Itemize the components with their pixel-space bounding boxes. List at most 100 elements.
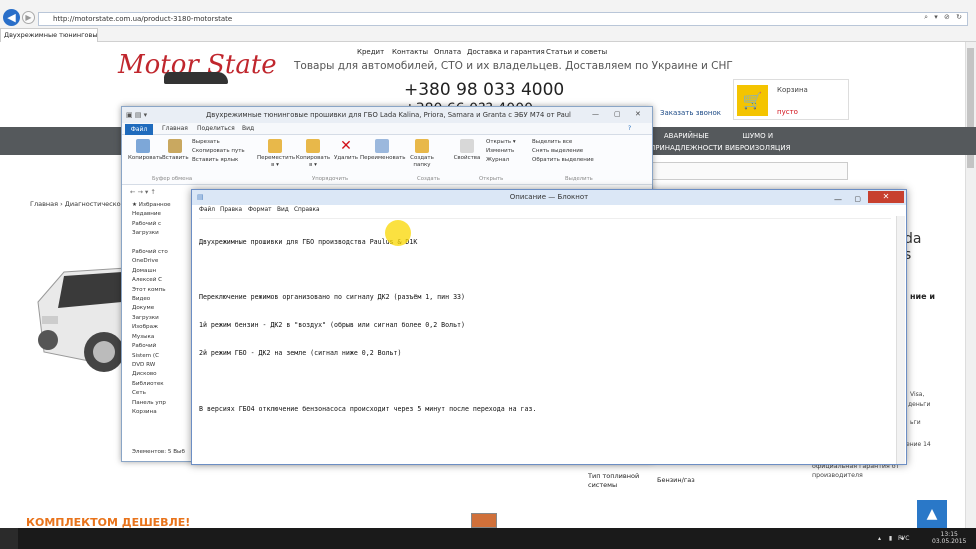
menu-help[interactable]: Справка — [294, 205, 320, 216]
sidebar-text-1: Visa, — [910, 391, 925, 398]
tree-item[interactable]: Рабочий — [132, 342, 194, 351]
cursor-highlight — [385, 220, 411, 246]
spec-label-fuel-system: Тип топливной системы — [588, 472, 640, 489]
tree-item[interactable]: Домашн — [132, 267, 194, 276]
notepad-menubar: Файл Правка Формат Вид Справка — [192, 205, 906, 216]
explorer-close-button[interactable]: ✕ — [635, 107, 641, 121]
nav-credit[interactable]: Кредит — [357, 48, 384, 56]
menu-format[interactable]: Формат — [248, 205, 272, 216]
tree-item[interactable]: Рабочий сто — [132, 248, 194, 257]
browser-tab[interactable]: Двухрежимные тюнинговые... — [0, 28, 98, 42]
tab-view[interactable]: Вид — [242, 125, 254, 132]
site-search-field[interactable] — [650, 162, 848, 180]
start-button[interactable] — [0, 528, 18, 549]
forward-button[interactable]: ▶ — [22, 11, 35, 24]
callback-link[interactable]: Заказать звонок — [660, 109, 721, 117]
invert-selection-button[interactable]: Обратить выделение — [532, 157, 594, 164]
notepad-titlebar[interactable]: ▤ Описание — Блокнот — ▢ ✕ — [192, 190, 906, 205]
copy-to-label: Копировать в ▾ — [295, 155, 331, 168]
tree-item[interactable]: Видео — [132, 295, 194, 304]
copy-button[interactable]: Копировать — [128, 139, 162, 162]
nav-delivery[interactable]: Доставка и гарантия — [467, 48, 545, 56]
select-all-button[interactable]: Выделить все — [532, 139, 572, 146]
paste-label: Вставить — [162, 155, 189, 161]
nav-contacts[interactable]: Контакты — [392, 48, 428, 56]
delete-button[interactable]: ✕ Удалить — [333, 139, 359, 162]
help-icon[interactable]: ? — [628, 125, 631, 132]
tree-item[interactable] — [132, 239, 194, 248]
clock[interactable]: 13:15 03.05.2015 — [932, 531, 966, 545]
tree-item[interactable]: Докуме — [132, 304, 194, 313]
tree-item[interactable]: OneDrive — [132, 257, 194, 266]
paste-button[interactable]: Вставить — [162, 139, 189, 162]
tree-item[interactable]: DVD RW — [132, 361, 194, 370]
tab-share[interactable]: Поделиться — [197, 125, 235, 132]
tree-item[interactable]: Алексей С — [132, 276, 194, 285]
menu-edit[interactable]: Правка — [220, 205, 242, 216]
tree-item[interactable]: Недавние — [132, 210, 194, 219]
phone-primary[interactable]: +380 98 033 4000 — [404, 80, 564, 100]
rename-icon — [375, 139, 389, 153]
select-none-button[interactable]: Снять выделение — [532, 148, 583, 155]
tab-file[interactable]: Файл — [125, 124, 153, 135]
cart-icon: 🛒 — [737, 85, 768, 116]
notepad-text-area[interactable]: Двухрежимные прошивки для ГБО производст… — [199, 218, 891, 458]
explorer-navigation-pane[interactable]: ★ Избранное Недавние Рабочий с Загрузки … — [132, 201, 194, 451]
quick-access-toolbar[interactable]: ▣ ▤ ▾ — [126, 107, 147, 123]
new-folder-button[interactable]: Создать папку — [409, 139, 435, 169]
language-indicator[interactable]: РУС — [898, 535, 909, 542]
group-clipboard: Буфер обмена — [152, 176, 193, 182]
notepad-scrollbar[interactable] — [896, 216, 905, 464]
menu-soundproofing[interactable]: ШУМО И ВИБРОИЗОЛЯЦИЯ — [725, 130, 790, 154]
site-logo[interactable]: Motor State — [118, 46, 277, 92]
back-button[interactable]: ◀ — [3, 9, 20, 26]
edit-button[interactable]: Изменить — [486, 148, 514, 155]
menu-view[interactable]: Вид — [277, 205, 289, 216]
explorer-minimize-button[interactable]: — — [592, 107, 599, 121]
nav-payment[interactable]: Оплата — [434, 48, 461, 56]
properties-button[interactable]: Свойства — [452, 139, 482, 162]
address-bar[interactable]: http://motorstate.com.ua/product-3180-mo… — [38, 12, 968, 26]
copy-to-button[interactable]: Копировать в ▾ — [295, 139, 331, 169]
cart-widget[interactable]: 🛒 Корзина пусто — [733, 79, 849, 120]
taskbar — [0, 528, 976, 549]
logo-car-graphic — [164, 72, 228, 84]
tree-item[interactable]: Рабочий с — [132, 220, 194, 229]
tab-home[interactable]: Главная — [162, 125, 188, 132]
tree-item[interactable]: ★ Избранное — [132, 201, 194, 210]
rename-button[interactable]: Переименовать — [360, 139, 406, 162]
tree-item[interactable]: Изображ — [132, 323, 194, 332]
tree-item[interactable]: Загрузки — [132, 229, 194, 238]
explorer-titlebar[interactable]: ▣ ▤ ▾ Двухрежимные тюнинговые прошивки д… — [122, 107, 652, 123]
copy-path-button[interactable]: Скопировать путь — [192, 148, 245, 155]
cut-button[interactable]: Вырезать — [192, 139, 220, 146]
move-to-button[interactable]: Переместить в ▾ — [257, 139, 295, 169]
breadcrumb[interactable]: Главная › Диагностическое о — [30, 200, 131, 208]
tree-item[interactable]: Этот компь — [132, 286, 194, 295]
tree-item[interactable]: Сеть — [132, 389, 194, 398]
address-tools[interactable]: ⌕ ▾ ⊘ ↻ — [924, 13, 964, 22]
tree-item[interactable]: Sistem (C — [132, 352, 194, 361]
rename-label: Переименовать — [360, 155, 406, 161]
promo-product-thumb[interactable] — [471, 513, 497, 528]
explorer-maximize-button[interactable]: ▢ — [614, 107, 621, 121]
history-button[interactable]: Журнал — [486, 157, 509, 164]
tree-item[interactable]: Загрузки — [132, 314, 194, 323]
notepad-close-button[interactable]: ✕ — [868, 191, 904, 203]
tree-item[interactable]: Корзина — [132, 408, 194, 417]
cart-status: пусто — [777, 108, 798, 116]
scroll-to-top-button[interactable]: ▲ — [917, 500, 947, 530]
text-line: Двухрежимные прошивки для ГБО производст… — [199, 237, 418, 246]
menu-file[interactable]: Файл — [199, 205, 215, 216]
system-tray: ▴ ▮ ◂ РУС 13:15 03.05.2015 — [876, 528, 976, 549]
paste-shortcut-button[interactable]: Вставить ярлык — [192, 157, 238, 164]
open-button[interactable]: Открыть ▾ — [486, 139, 516, 146]
tree-item[interactable]: Панель упр — [132, 399, 194, 408]
tree-item[interactable]: Библиотек — [132, 380, 194, 389]
explorer-title: Двухрежимные тюнинговые прошивки для ГБО… — [206, 111, 571, 119]
menu-emergency[interactable]: АВАРИЙНЫЕ ПРИНАДЛЕЖНОСТИ — [650, 130, 723, 154]
tree-item[interactable]: Музыка — [132, 333, 194, 342]
notepad-window[interactable]: ▤ Описание — Блокнот — ▢ ✕ Файл Правка Ф… — [191, 189, 907, 465]
tree-item[interactable]: Дисково — [132, 370, 194, 379]
nav-articles[interactable]: Статьи и советы — [546, 48, 607, 56]
